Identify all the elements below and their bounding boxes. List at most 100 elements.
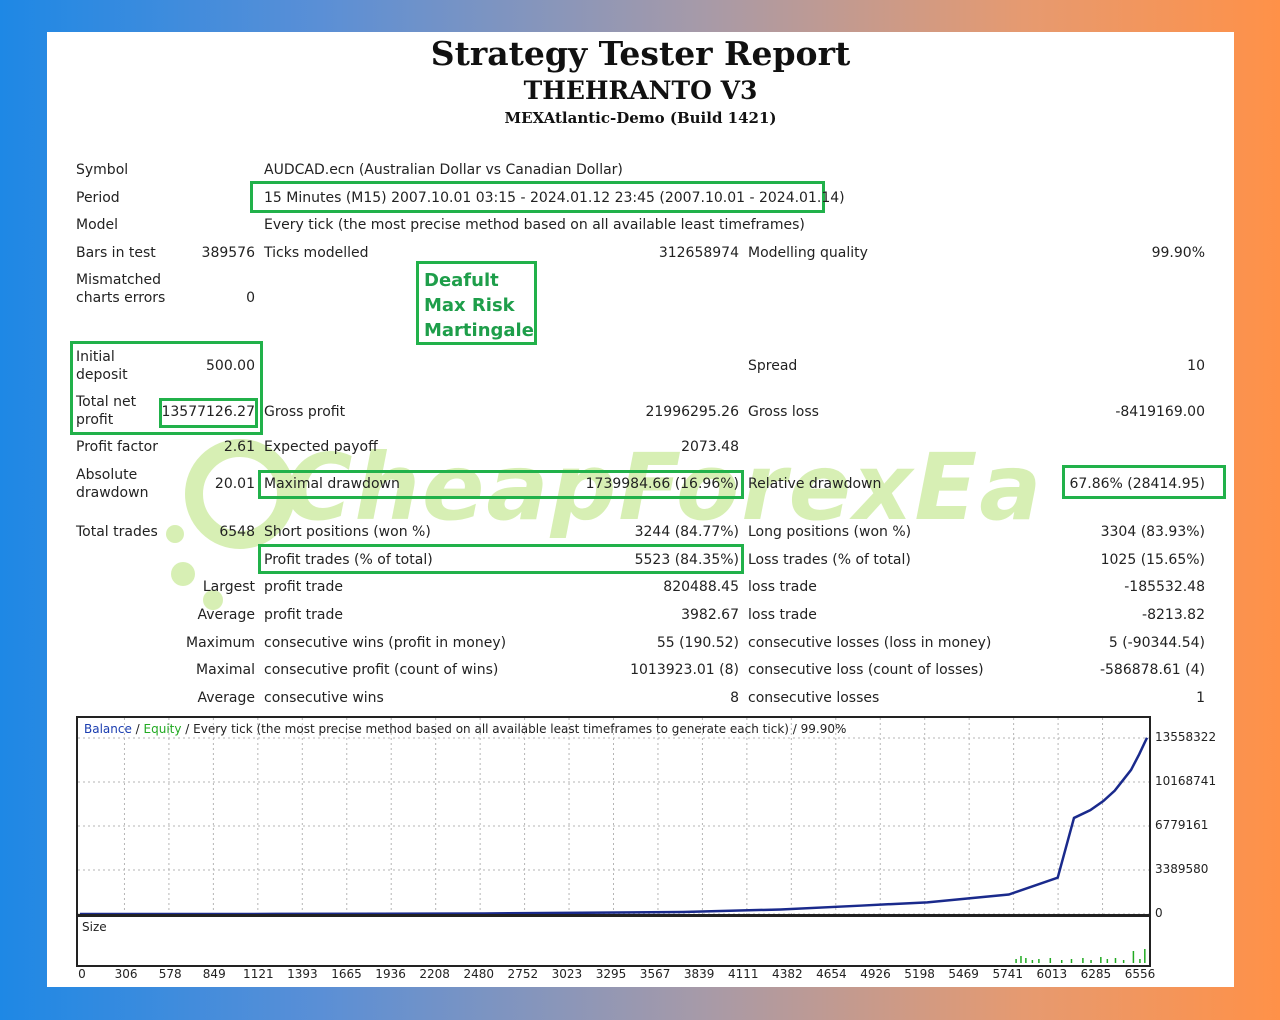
x-tick-label: 6556 <box>1124 967 1156 981</box>
note-max-risk: Max Risk <box>424 295 515 316</box>
size-bar <box>1122 960 1125 963</box>
stat-value: 820488.45 <box>663 579 739 595</box>
initial-deposit-label: Initial deposit <box>76 349 128 383</box>
stat-label: consecutive losses <box>748 690 880 706</box>
bars-value: 389576 <box>201 245 255 261</box>
x-tick-label: 3023 <box>551 967 583 981</box>
stat-value: -185532.48 <box>1124 579 1205 595</box>
stat-prefix: Average <box>197 607 256 623</box>
legend-separator: / <box>131 722 144 736</box>
total-trades-label: Total trades <box>76 524 158 540</box>
legend-balance: Balance <box>84 722 132 736</box>
model-label: Model <box>76 217 119 233</box>
note-default: Deafult <box>424 270 499 291</box>
x-tick-label: 2480 <box>463 967 495 981</box>
x-tick-label: 4654 <box>816 967 847 981</box>
max-drawdown-value: 1739984.66 (16.96%) <box>585 476 739 492</box>
stat-value: -8213.82 <box>1142 607 1205 623</box>
size-bar <box>1090 960 1092 963</box>
x-tick-label: 6285 <box>1080 967 1112 981</box>
ea-name: THEHRANTO V3 <box>523 76 758 105</box>
x-tick-label: 3295 <box>595 967 627 981</box>
profit-factor-value: 2.61 <box>223 439 255 455</box>
gross-profit-value: 21996295.26 <box>645 404 739 420</box>
stat-value: -586878.61 (4) <box>1099 662 1205 678</box>
spread-label: Spread <box>748 358 798 374</box>
settings-note-box: Deafult Max Risk Martingale <box>416 261 537 345</box>
quality-value: 99.90% <box>1151 245 1205 261</box>
period-value: 15 Minutes (M15) 2007.10.01 03:15 - 2024… <box>264 190 845 206</box>
stat-prefix: Average <box>197 690 256 706</box>
net-profit-label: Total net profit <box>76 394 137 428</box>
gross-loss-value: -8419169.00 <box>1115 404 1205 420</box>
size-bar <box>1070 959 1073 963</box>
stat-label: consecutive wins (profit in money) <box>264 635 507 651</box>
stat-value: 1 <box>1196 690 1205 706</box>
size-chart-plot <box>1015 949 1146 963</box>
stat-value: 5 (-90344.54) <box>1108 635 1205 651</box>
x-tick-label: 5741 <box>992 967 1024 981</box>
y-tick-label: 10168741 <box>1155 774 1217 788</box>
spread-value: 10 <box>1187 358 1205 374</box>
stat-prefix: Maximal <box>196 662 255 678</box>
stat-label: profit trade <box>264 579 343 595</box>
stat-value: 3982.67 <box>681 607 739 623</box>
long-positions-label: Long positions (won %) <box>748 524 912 540</box>
size-bar <box>1139 959 1141 963</box>
size-bar <box>1114 958 1117 963</box>
x-tick-label: 2208 <box>419 967 450 981</box>
size-bar <box>1060 960 1063 963</box>
x-tick-label: 2752 <box>507 967 539 981</box>
size-bar <box>1031 960 1034 963</box>
x-tick-label: 5469 <box>948 967 979 981</box>
max-drawdown-label: Maximal drawdown <box>264 476 400 492</box>
ticks-value: 312658974 <box>658 245 739 261</box>
x-tick-label: 849 <box>202 967 226 981</box>
x-tick-label: 1665 <box>331 967 362 981</box>
size-bar <box>1082 958 1084 963</box>
x-tick-label: 3839 <box>683 967 715 981</box>
y-tick-label: 3389580 <box>1155 862 1209 876</box>
bars-label: Bars in test <box>76 245 156 261</box>
size-bar <box>1144 949 1146 963</box>
server-info: MEXAtlantic-Demo (Build 1421) <box>504 109 777 127</box>
balance-chart-plot <box>78 718 1149 914</box>
x-tick-label: 4926 <box>860 967 891 981</box>
x-tick-label: 1121 <box>243 967 274 981</box>
stat-value: 1013923.01 (8) <box>630 662 739 678</box>
x-tick-label: 5198 <box>904 967 935 981</box>
total-trades-value: 6548 <box>219 524 255 540</box>
size-bar <box>1106 959 1109 963</box>
size-bar <box>1020 956 1022 963</box>
x-tick-label: 578 <box>158 967 182 981</box>
note-martingale: Martingale <box>424 320 534 341</box>
stat-label: loss trade <box>748 607 817 623</box>
gross-profit-label: Gross profit <box>264 404 346 420</box>
period-label: Period <box>76 190 120 206</box>
quality-label: Modelling quality <box>748 245 868 261</box>
stat-prefix: Maximum <box>186 635 255 651</box>
x-tick-label: 1936 <box>375 967 406 981</box>
abs-drawdown-value: 20.01 <box>214 476 255 492</box>
stat-label: loss trade <box>748 579 817 595</box>
stat-label: consecutive losses (loss in money) <box>748 635 992 651</box>
loss-trades-value: 1025 (15.65%) <box>1100 552 1205 568</box>
balance-chart: Balance / Equity / Every tick (the most … <box>76 716 1151 916</box>
size-bar <box>1100 957 1102 963</box>
rel-drawdown-label: Relative drawdown <box>748 476 882 492</box>
size-bar <box>1025 958 1027 963</box>
mismatched-value: 0 <box>246 290 255 306</box>
stat-value: 55 (190.52) <box>656 635 739 651</box>
profit-factor-label: Profit factor <box>76 439 158 455</box>
legend-description: / Every tick (the most precise method ba… <box>181 722 847 736</box>
stat-label: consecutive profit (count of wins) <box>264 662 499 678</box>
size-bar <box>1132 951 1135 963</box>
net-profit-value: 13577126.27 <box>161 404 255 420</box>
chart-legend: Balance / Equity / Every tick (the most … <box>84 722 846 736</box>
ticks-label: Ticks modelled <box>264 245 369 261</box>
legend-equity: Equity <box>143 722 182 736</box>
size-bar <box>1015 959 1017 963</box>
expected-payoff-value: 2073.48 <box>681 439 739 455</box>
stat-value: 8 <box>730 690 739 706</box>
gross-loss-label: Gross loss <box>748 404 819 420</box>
